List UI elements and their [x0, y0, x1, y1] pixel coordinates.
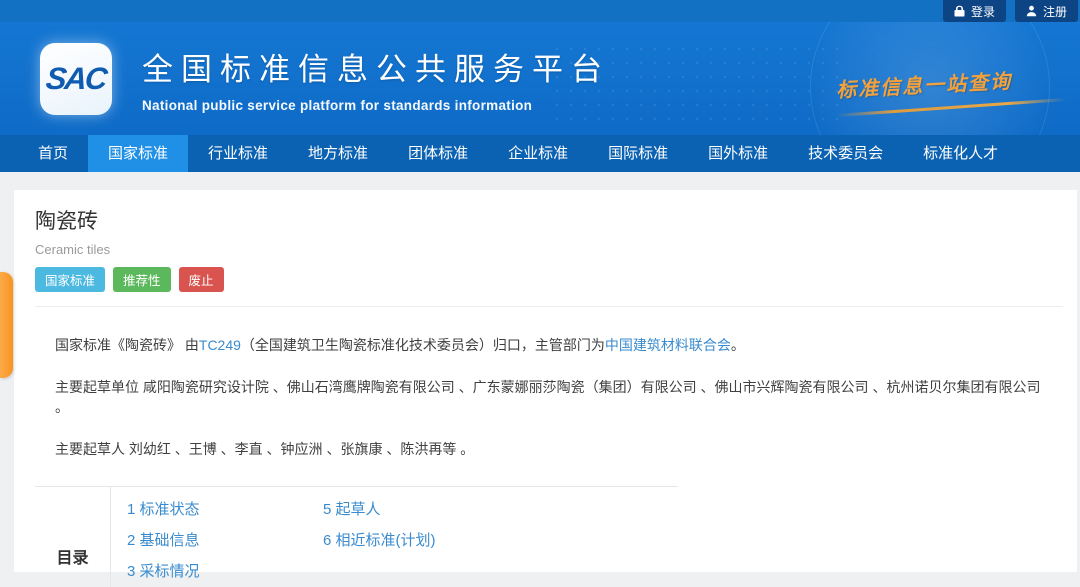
nav-item-local-standards[interactable]: 地方标准	[288, 135, 388, 172]
login-label: 登录	[971, 3, 995, 20]
site-subtitle: National public service platform for sta…	[142, 98, 610, 113]
status-badges: 国家标准 推荐性 废止	[35, 267, 1063, 292]
site-title: 全国标准信息公共服务平台	[142, 44, 610, 89]
site-header: SAC 全国标准信息公共服务平台 National public service…	[0, 22, 1080, 135]
nav-item-international-standards[interactable]: 国际标准	[588, 135, 688, 172]
paragraph-drafters: 主要起草人 刘幼红 、王博 、李直 、钟应洲 、张旗康 、陈洪再等 。	[55, 439, 1043, 459]
site-title-group: 全国标准信息公共服务平台 National public service pla…	[142, 44, 610, 113]
nav-item-home[interactable]: 首页	[18, 135, 88, 172]
toc-box: 目录 1 标准状态 2 基础信息 3 采标情况 4 起草单位 5 起草人 6 相…	[35, 486, 678, 587]
toc-item-adoption-status[interactable]: 3 采标情况	[127, 556, 323, 587]
page-title: 陶瓷砖	[35, 205, 1063, 235]
lock-icon	[954, 5, 965, 17]
paragraph-committee: 国家标准《陶瓷砖》 由TC249（全国建筑卫生陶瓷标准化技术委员会）归口，主管部…	[55, 335, 1043, 355]
sac-logo[interactable]: SAC	[40, 43, 112, 115]
toc-column-2: 5 起草人 6 相近标准(计划)	[323, 494, 436, 587]
toc-label: 目录	[35, 487, 110, 587]
user-icon	[1026, 5, 1037, 17]
summary-paragraphs: 国家标准《陶瓷砖》 由TC249（全国建筑卫生陶瓷标准化技术委员会）归口，主管部…	[35, 307, 1063, 459]
topbar: 登录 注册	[0, 0, 1080, 22]
register-button[interactable]: 注册	[1015, 0, 1078, 22]
badge-abolished: 废止	[179, 267, 224, 292]
register-label: 注册	[1043, 3, 1067, 20]
tc249-link[interactable]: TC249	[199, 337, 241, 353]
nav-item-foreign-standards[interactable]: 国外标准	[688, 135, 788, 172]
nav-item-standardization-talent[interactable]: 标准化人才	[903, 135, 1018, 172]
p1-prefix: 国家标准《陶瓷砖》 由	[55, 337, 199, 353]
page-subtitle-en: Ceramic tiles	[35, 242, 1063, 257]
nav-item-industry-standards[interactable]: 行业标准	[188, 135, 288, 172]
sac-logo-text: SAC	[44, 61, 107, 97]
p1-suffix: 。	[731, 337, 745, 353]
toc-item-similar-standards[interactable]: 6 相近标准(计划)	[323, 525, 436, 556]
side-panel-tab[interactable]	[0, 272, 13, 378]
content-card: 陶瓷砖 Ceramic tiles 国家标准 推荐性 废止 国家标准《陶瓷砖》 …	[14, 190, 1077, 572]
toc-item-basic-info[interactable]: 2 基础信息	[127, 525, 323, 556]
badge-recommended: 推荐性	[113, 267, 171, 292]
main-nav: 首页 国家标准 行业标准 地方标准 团体标准 企业标准 国际标准 国外标准 技术…	[0, 135, 1080, 172]
paragraph-drafting-units: 主要起草单位 咸阳陶瓷研究设计院 、佛山石湾鹰牌陶瓷有限公司 、广东蒙娜丽莎陶瓷…	[55, 377, 1043, 417]
slogan-wrap: 标准信息一站查询	[836, 68, 1066, 109]
nav-item-technical-committees[interactable]: 技术委员会	[788, 135, 903, 172]
toc-item-drafters[interactable]: 5 起草人	[323, 494, 436, 525]
nav-item-group-standards[interactable]: 团体标准	[388, 135, 488, 172]
toc-column-1: 1 标准状态 2 基础信息 3 采标情况 4 起草单位	[127, 494, 323, 587]
slogan: 标准信息一站查询	[835, 62, 1066, 103]
nav-item-enterprise-standards[interactable]: 企业标准	[488, 135, 588, 172]
login-button[interactable]: 登录	[943, 0, 1006, 22]
toc-item-standard-status[interactable]: 1 标准状态	[127, 494, 323, 525]
p1-middle: （全国建筑卫生陶瓷标准化技术委员会）归口，主管部门为	[241, 337, 605, 353]
cbmf-link[interactable]: 中国建筑材料联合会	[605, 337, 731, 353]
toc-links: 1 标准状态 2 基础信息 3 采标情况 4 起草单位 5 起草人 6 相近标准…	[110, 487, 678, 587]
badge-national-standard: 国家标准	[35, 267, 105, 292]
toc-section: 目录 1 标准状态 2 基础信息 3 采标情况 4 起草单位 5 起草人 6 相…	[35, 486, 990, 587]
nav-item-national-standards[interactable]: 国家标准	[88, 135, 188, 172]
auth-buttons: 登录 注册	[943, 0, 1078, 22]
